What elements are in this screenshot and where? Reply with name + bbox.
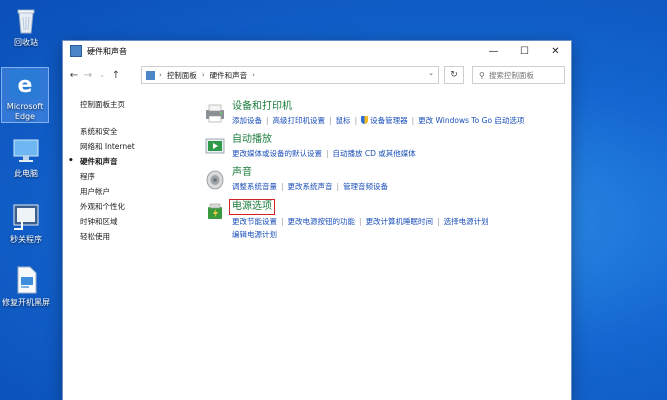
category-title[interactable]: 设备和打印机 xyxy=(232,100,292,114)
link-change-power-saving[interactable]: 更改节能设置 xyxy=(232,217,277,226)
nav-item-hardware-sound[interactable]: 硬件和声音 xyxy=(68,154,190,169)
nav-item-user-accounts[interactable]: 用户帐户 xyxy=(80,184,190,199)
printer-icon xyxy=(204,102,226,124)
shutdown-shortcut-icon xyxy=(10,201,42,233)
link-change-sleep-time[interactable]: 更改计算机睡眠时间 xyxy=(366,217,434,226)
category-links: 更改节能设置 | 更改电源按钮的功能 | 更改计算机睡眠时间 | 选择电源计划 编辑电源计划 xyxy=(232,217,489,239)
nav-item-appearance[interactable]: 外观和个性化 xyxy=(80,199,190,214)
nav-item-clock-region[interactable]: 时钟和区域 xyxy=(80,214,190,229)
breadcrumb-hardware-sound[interactable]: 硬件和声音 xyxy=(210,70,248,81)
category-sound: 声音 调整系统音量 | 更改系统声音 | 管理音频设备 xyxy=(202,166,567,193)
up-arrow-icon[interactable]: ↑ xyxy=(109,70,123,81)
category-title[interactable]: 声音 xyxy=(232,166,252,180)
link-edit-power-plan[interactable]: 编辑电源计划 xyxy=(232,230,277,239)
desktop-icon-this-pc[interactable]: 此电脑 xyxy=(0,135,53,179)
close-button[interactable]: ✕ xyxy=(540,41,571,61)
desktop-icon-edge[interactable]: e Microsoft Edge xyxy=(1,67,49,123)
uac-shield-icon xyxy=(361,116,369,124)
link-change-system-sounds[interactable]: 更改系统声音 xyxy=(288,182,333,191)
category-title[interactable]: 自动播放 xyxy=(232,133,272,147)
control-panel-icon xyxy=(146,70,155,80)
computer-icon xyxy=(10,135,42,167)
link-adjust-volume[interactable]: 调整系统音量 xyxy=(232,182,277,191)
title-bar[interactable]: 硬件和声音 — ☐ ✕ xyxy=(63,41,571,61)
recycle-bin-icon xyxy=(10,4,42,36)
search-input[interactable] xyxy=(488,70,549,80)
link-choose-power-plan[interactable]: 选择电源计划 xyxy=(444,217,489,226)
link-device-manager[interactable]: 设备管理器 xyxy=(370,116,408,125)
svg-text:e: e xyxy=(18,73,33,98)
desktop-icon-label: Microsoft Edge xyxy=(6,102,44,121)
link-mouse[interactable]: 鼠标 xyxy=(336,116,351,125)
minimize-button[interactable]: — xyxy=(478,41,509,61)
back-arrow-icon[interactable]: ← xyxy=(67,70,81,81)
breadcrumb-separator-icon: › xyxy=(201,71,205,79)
desktop-icon-fix-boot[interactable]: 修复开机黑屏 xyxy=(0,264,53,308)
breadcrumb-control-panel[interactable]: 控制面板 xyxy=(167,70,197,81)
recent-dropdown-icon[interactable]: ⌄ xyxy=(95,71,109,79)
link-change-default-media[interactable]: 更改媒体或设备的默认设置 xyxy=(232,149,322,158)
desktop-icon-recycle-bin[interactable]: 回收站 xyxy=(0,4,53,48)
link-advanced-printer-setup[interactable]: 高级打印机设置 xyxy=(273,116,326,125)
category-power-options: 电源选项 更改节能设置 | 更改电源按钮的功能 | 更改计算机睡眠时间 | 选择电源计划 编… xyxy=(202,199,567,241)
link-manage-audio-devices[interactable]: 管理音频设备 xyxy=(343,182,388,191)
category-links: 添加设备 | 高级打印机设置 | 鼠标 | 设备管理器 | 更改 Windows To Go 启… xyxy=(232,116,525,125)
address-bar[interactable]: › 控制面板 › 硬件和声音 › ⌄ xyxy=(141,66,439,84)
link-windows-to-go[interactable]: 更改 Windows To Go 启动选项 xyxy=(418,116,524,125)
breadcrumb-separator-icon: › xyxy=(159,71,162,79)
control-panel-home-link[interactable]: 控制面板主页 xyxy=(80,99,190,110)
control-panel-icon xyxy=(70,45,82,57)
breadcrumb-separator-icon: › xyxy=(252,71,255,79)
nav-item-network[interactable]: 网络和 Internet xyxy=(80,139,190,154)
address-dropdown-icon[interactable]: ⌄ xyxy=(428,69,434,77)
nav-item-ease-of-access[interactable]: 轻松使用 xyxy=(80,229,190,244)
power-icon xyxy=(204,201,226,223)
category-list: 设备和打印机 添加设备 | 高级打印机设置 | 鼠标 | 设备管理器 | 更改 Windows … xyxy=(202,100,567,247)
speaker-icon xyxy=(204,168,226,190)
desktop-icon-label: 此电脑 xyxy=(14,169,38,178)
link-power-button-function[interactable]: 更改电源按钮的功能 xyxy=(288,217,356,226)
maximize-button[interactable]: ☐ xyxy=(509,41,540,61)
edge-icon: e xyxy=(9,68,41,100)
category-devices-printers: 设备和打印机 添加设备 | 高级打印机设置 | 鼠标 | 设备管理器 | 更改 Windows … xyxy=(202,100,567,127)
refresh-button[interactable]: ↻ xyxy=(444,66,464,84)
forward-arrow-icon[interactable]: → xyxy=(81,70,95,81)
search-icon: ⚲ xyxy=(479,70,485,80)
refresh-icon: ↻ xyxy=(450,70,458,80)
category-title[interactable]: 电源选项 xyxy=(229,199,275,215)
category-links: 调整系统音量 | 更改系统声音 | 管理音频设备 xyxy=(232,182,389,191)
control-panel-window: 硬件和声音 — ☐ ✕ ← → ⌄ ↑ › 控制面板 › 硬件和声音 › ⌄ ↻… xyxy=(63,41,571,400)
category-autoplay: 自动播放 更改媒体或设备的默认设置 | 自动播放 CD 或其他媒体 xyxy=(202,133,567,160)
link-autoplay-cd[interactable]: 自动播放 CD 或其他媒体 xyxy=(333,149,416,158)
desktop-icon-label: 回收站 xyxy=(14,38,38,47)
desktop-icon-label: 修复开机黑屏 xyxy=(2,298,50,307)
window-title: 硬件和声音 xyxy=(87,46,127,56)
search-box[interactable]: ⚲ xyxy=(472,66,565,84)
link-add-device[interactable]: 添加设备 xyxy=(232,116,262,125)
desktop-icon-shutdown[interactable]: 秒关程序 xyxy=(0,201,53,245)
left-navigation: 控制面板主页 系统和安全 网络和 Internet 硬件和声音 程序 用户帐户 … xyxy=(68,99,190,244)
autoplay-icon xyxy=(204,135,226,157)
desktop-icon-label: 秒关程序 xyxy=(10,235,42,244)
category-links: 更改媒体或设备的默认设置 | 自动播放 CD 或其他媒体 xyxy=(232,149,416,158)
nav-item-system-security[interactable]: 系统和安全 xyxy=(80,124,190,139)
nav-item-programs[interactable]: 程序 xyxy=(80,169,190,184)
script-file-icon xyxy=(10,264,42,296)
